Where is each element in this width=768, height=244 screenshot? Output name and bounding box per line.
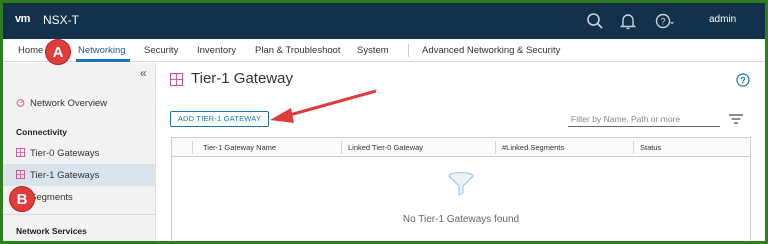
- column-divider: [341, 141, 342, 154]
- user-menu[interactable]: admin: [709, 14, 736, 25]
- vmware-logo: vm: [15, 13, 30, 25]
- sidebar-item-tier0-gateways[interactable]: Tier-0 Gateways: [3, 142, 156, 164]
- app-window: vm NSX-T ? admin Home Networking Securit…: [3, 3, 765, 241]
- tab-home[interactable]: Home: [18, 45, 43, 56]
- sidebar-item-network-overview[interactable]: Network Overview: [3, 92, 156, 114]
- tab-security[interactable]: Security: [144, 45, 178, 56]
- gateway-icon: [16, 170, 25, 179]
- column-header-linked-tier0[interactable]: Linked Tier-0 Gateway: [348, 143, 423, 152]
- tab-networking[interactable]: Networking: [78, 45, 126, 56]
- column-header-status[interactable]: Status: [640, 143, 661, 152]
- sidebar-item-label: Segments: [30, 192, 73, 203]
- bell-icon[interactable]: [618, 11, 638, 31]
- svg-text:?: ?: [740, 76, 746, 86]
- section-network-services: Network Services: [16, 226, 87, 236]
- gauge-icon: [16, 99, 25, 107]
- column-header-linked-segments[interactable]: #Linked Segments: [502, 143, 564, 152]
- collapse-sidebar-button[interactable]: «: [140, 66, 147, 80]
- filter-input[interactable]: [568, 111, 720, 127]
- annotation-badge-b: B: [9, 186, 35, 212]
- sidebar-item-label: Tier-1 Gateways: [30, 170, 100, 181]
- gateways-datagrid: Tier-1 Gateway Name Linked Tier-0 Gatewa…: [171, 137, 751, 241]
- help-menu-icon[interactable]: ?: [654, 11, 674, 31]
- sidebar-item-label: Network Overview: [30, 98, 108, 109]
- column-header-name[interactable]: Tier-1 Gateway Name: [203, 143, 276, 152]
- tab-advanced-networking[interactable]: Advanced Networking & Security: [422, 45, 560, 56]
- sidebar-item-tier1-gateways[interactable]: Tier-1 Gateways: [3, 164, 156, 186]
- sidebar-divider: [3, 214, 156, 215]
- active-tab-indicator: [76, 59, 130, 62]
- svg-text:?: ?: [660, 17, 665, 27]
- search-icon[interactable]: [585, 11, 605, 31]
- tier1-gateway-icon: [170, 73, 183, 86]
- nav-divider: [408, 44, 409, 57]
- top-bar: vm NSX-T ? admin: [3, 3, 765, 39]
- empty-state-message: No Tier-1 Gateways found: [402, 214, 520, 225]
- main-nav: Home Networking Security Inventory Plan …: [3, 39, 765, 62]
- help-icon[interactable]: ?: [736, 73, 750, 87]
- column-divider: [192, 141, 193, 154]
- filter-icon[interactable]: [729, 114, 743, 124]
- section-connectivity: Connectivity: [16, 127, 68, 137]
- datagrid-header: Tier-1 Gateway Name Linked Tier-0 Gatewa…: [172, 138, 750, 157]
- tab-plan-troubleshoot[interactable]: Plan & Troubleshoot: [255, 45, 341, 56]
- gateway-icon: [16, 148, 25, 157]
- sidebar: « Network Overview Connectivity Tier-0 G…: [3, 63, 156, 241]
- annotation-badge-a: A: [45, 39, 71, 65]
- empty-funnel-icon: [448, 172, 474, 196]
- column-divider: [633, 141, 634, 154]
- add-tier1-gateway-button[interactable]: ADD TIER-1 GATEWAY: [170, 111, 269, 127]
- column-divider: [495, 141, 496, 154]
- sidebar-item-label: Tier-0 Gateways: [30, 148, 100, 159]
- tab-system[interactable]: System: [357, 45, 389, 56]
- product-name: NSX-T: [43, 13, 79, 27]
- page-title: Tier-1 Gateway: [191, 70, 293, 87]
- tab-inventory[interactable]: Inventory: [197, 45, 236, 56]
